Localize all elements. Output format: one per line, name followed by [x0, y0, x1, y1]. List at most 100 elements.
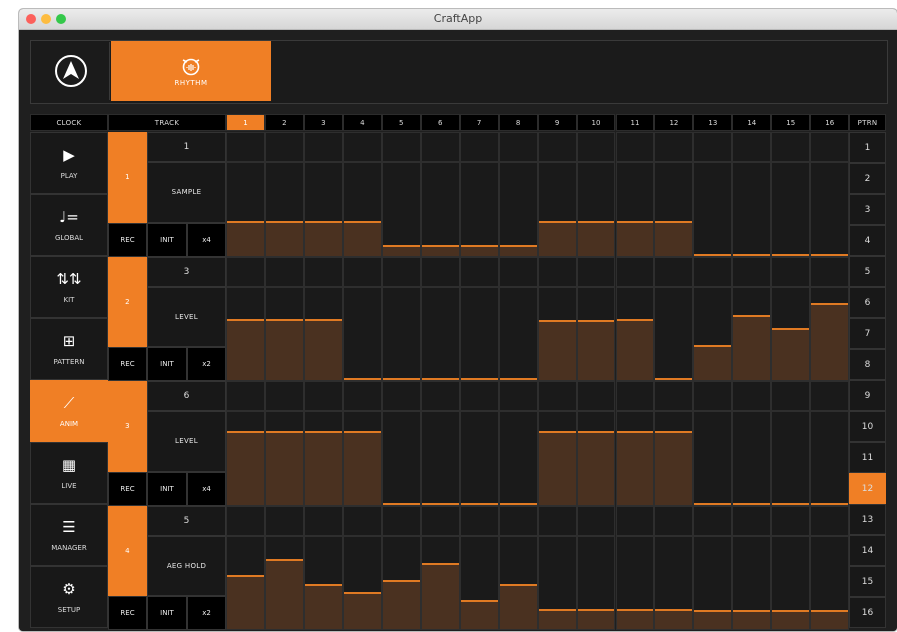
track-3-select[interactable]: 3 — [108, 381, 147, 472]
step-pad[interactable] — [732, 132, 772, 162]
step-pad[interactable] — [498, 132, 538, 162]
step-pad[interactable] — [459, 256, 499, 287]
track-3-init-button[interactable]: INIT — [147, 471, 187, 506]
track-4-rec-button[interactable]: REC — [108, 596, 147, 630]
pattern-2-button[interactable]: 2 — [849, 163, 886, 194]
track-3-param-name[interactable]: LEVEL — [147, 411, 226, 472]
step-level-cell[interactable] — [576, 286, 616, 381]
step-pad[interactable] — [615, 381, 655, 411]
step-pad[interactable] — [303, 381, 343, 411]
step-pad[interactable] — [576, 505, 616, 536]
step-pad[interactable] — [498, 381, 538, 411]
step-pad[interactable] — [693, 256, 733, 287]
step-level-cell[interactable] — [459, 411, 499, 506]
step-pad[interactable] — [615, 256, 655, 287]
step-pad[interactable] — [576, 381, 616, 411]
step-pad[interactable] — [264, 381, 304, 411]
step-level-cell[interactable] — [654, 411, 694, 506]
pattern-6-button[interactable]: 6 — [849, 287, 886, 318]
step-pad[interactable] — [342, 132, 382, 162]
step-level-cell[interactable] — [342, 286, 382, 381]
step-pad[interactable] — [654, 505, 694, 536]
step-header-14[interactable]: 14 — [732, 114, 772, 131]
sidebar-item-manager[interactable]: ☰ MANAGER — [30, 504, 108, 566]
step-pad[interactable] — [381, 381, 421, 411]
step-pad[interactable] — [654, 381, 694, 411]
step-level-cell[interactable] — [732, 535, 772, 630]
step-level-cell[interactable] — [654, 286, 694, 381]
step-level-cell[interactable] — [771, 162, 811, 257]
track-1-rec-button[interactable]: REC — [108, 222, 147, 257]
step-pad[interactable] — [615, 505, 655, 536]
step-level-cell[interactable] — [615, 535, 655, 630]
step-level-cell[interactable] — [226, 286, 265, 381]
step-level-cell[interactable] — [459, 286, 499, 381]
step-level-cell[interactable] — [342, 411, 382, 506]
step-level-cell[interactable] — [693, 411, 733, 506]
step-header-11[interactable]: 11 — [615, 114, 655, 131]
step-level-cell[interactable] — [576, 162, 616, 257]
step-pad[interactable] — [693, 381, 733, 411]
step-level-cell[interactable] — [420, 535, 460, 630]
step-pad[interactable] — [381, 505, 421, 536]
step-pad[interactable] — [537, 256, 577, 287]
track-3-rec-button[interactable]: REC — [108, 471, 147, 506]
step-pad[interactable] — [615, 132, 655, 162]
step-level-cell[interactable] — [810, 286, 850, 381]
step-pad[interactable] — [303, 256, 343, 287]
pattern-7-button[interactable]: 7 — [849, 318, 886, 349]
track-2-select[interactable]: 2 — [108, 256, 147, 347]
step-level-cell[interactable] — [810, 411, 850, 506]
step-pad[interactable] — [810, 256, 850, 287]
track-2-init-button[interactable]: INIT — [147, 347, 187, 381]
pattern-11-button[interactable]: 11 — [849, 442, 886, 473]
step-level-cell[interactable] — [654, 162, 694, 257]
step-header-13[interactable]: 13 — [693, 114, 733, 131]
pattern-15-button[interactable]: 15 — [849, 566, 886, 597]
step-pad[interactable] — [226, 132, 265, 162]
sidebar-item-anim[interactable]: ⟋ ANIM — [30, 380, 108, 442]
step-header-2[interactable]: 2 — [264, 114, 304, 131]
step-level-cell[interactable] — [537, 286, 577, 381]
step-pad[interactable] — [771, 256, 811, 287]
step-pad[interactable] — [420, 256, 460, 287]
step-header-10[interactable]: 10 — [576, 114, 616, 131]
step-level-cell[interactable] — [537, 411, 577, 506]
pattern-9-button[interactable]: 9 — [849, 380, 886, 411]
step-level-cell[interactable] — [498, 411, 538, 506]
step-level-cell[interactable] — [420, 411, 460, 506]
step-pad[interactable] — [732, 256, 772, 287]
step-level-cell[interactable] — [615, 286, 655, 381]
step-level-cell[interactable] — [381, 162, 421, 257]
step-pad[interactable] — [693, 505, 733, 536]
step-level-cell[interactable] — [498, 162, 538, 257]
step-level-cell[interactable] — [732, 162, 772, 257]
step-header-16[interactable]: 16 — [810, 114, 850, 131]
track-1-param-name[interactable]: SAMPLE — [147, 162, 226, 223]
step-header-7[interactable]: 7 — [459, 114, 499, 131]
track-2-multiplier-button[interactable]: x2 — [187, 347, 226, 381]
step-pad[interactable] — [576, 256, 616, 287]
pattern-5-button[interactable]: 5 — [849, 256, 886, 287]
step-level-cell[interactable] — [693, 162, 733, 257]
step-level-cell[interactable] — [771, 286, 811, 381]
step-pad[interactable] — [226, 381, 265, 411]
sidebar-item-pattern[interactable]: ⊞ PATTERN — [30, 318, 108, 380]
step-pad[interactable] — [264, 132, 304, 162]
step-level-cell[interactable] — [810, 535, 850, 630]
step-header-12[interactable]: 12 — [654, 114, 694, 131]
step-pad[interactable] — [537, 381, 577, 411]
step-level-cell[interactable] — [303, 411, 343, 506]
track-1-init-button[interactable]: INIT — [147, 222, 187, 257]
pattern-10-button[interactable]: 10 — [849, 411, 886, 442]
sidebar-item-global[interactable]: ♩= GLOBAL — [30, 194, 108, 256]
pattern-16-button[interactable]: 16 — [849, 597, 886, 628]
step-pad[interactable] — [537, 505, 577, 536]
step-pad[interactable] — [771, 132, 811, 162]
pattern-12-button[interactable]: 12 — [849, 473, 886, 504]
step-header-3[interactable]: 3 — [303, 114, 343, 131]
step-pad[interactable] — [303, 132, 343, 162]
step-header-6[interactable]: 6 — [420, 114, 460, 131]
step-level-cell[interactable] — [303, 286, 343, 381]
track-3-param-index[interactable]: 6 — [147, 381, 226, 411]
